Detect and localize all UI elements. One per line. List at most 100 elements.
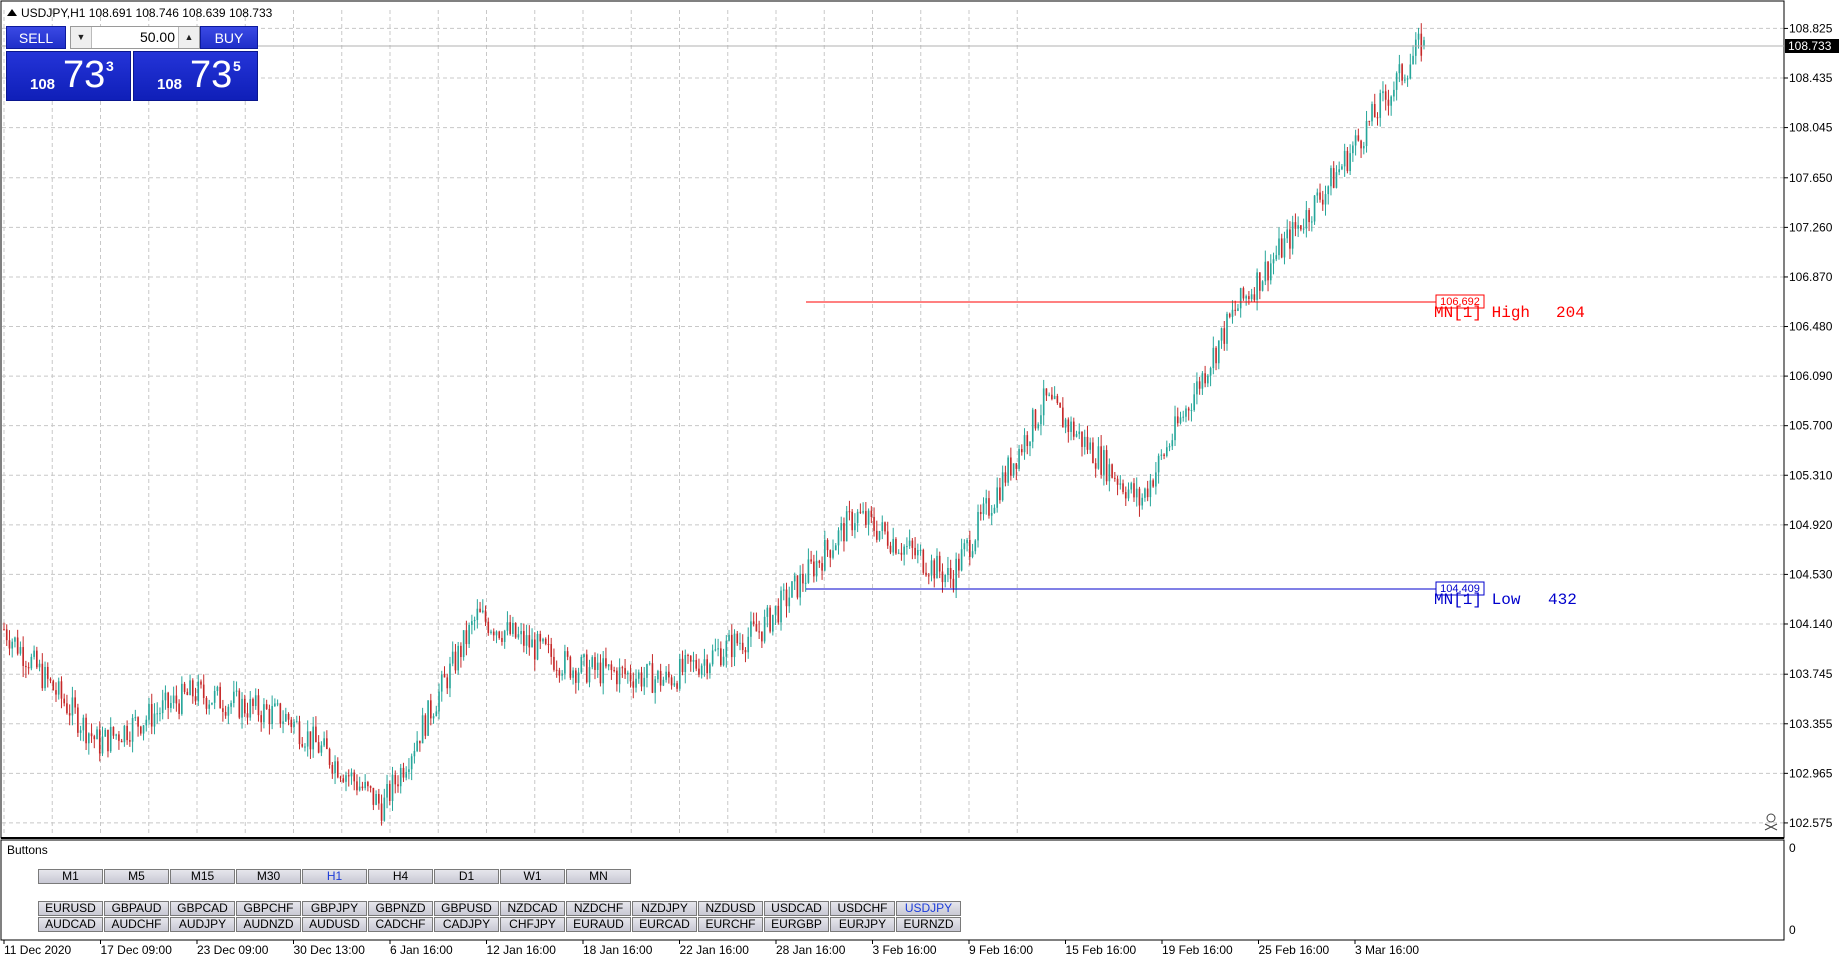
symbol-button-usdjpy[interactable]: USDJPY bbox=[896, 901, 961, 916]
candle-body bbox=[440, 674, 443, 692]
symbol-button-chfjpy[interactable]: CHFJPY bbox=[500, 917, 565, 932]
symbol-button-nzdjpy[interactable]: NZDJPY bbox=[632, 901, 697, 916]
candle-body bbox=[761, 631, 763, 642]
candle-body bbox=[618, 667, 621, 685]
candle-body bbox=[46, 666, 49, 679]
timeframe-button-w1[interactable]: W1 bbox=[500, 869, 565, 884]
candle-body bbox=[33, 650, 35, 657]
buy-button[interactable]: BUY bbox=[200, 26, 258, 49]
buy-price-box[interactable]: 108 73 5 bbox=[133, 51, 258, 101]
symbol-button-usdchf[interactable]: USDCHF bbox=[830, 901, 895, 916]
symbol-button-euraud[interactable]: EURAUD bbox=[566, 917, 631, 932]
candle-body bbox=[77, 707, 79, 733]
volume-increase-icon[interactable]: ▲ bbox=[178, 27, 199, 48]
timeframe-button-h1[interactable]: H1 bbox=[302, 869, 367, 884]
candle-body bbox=[1040, 415, 1042, 425]
symbol-button-audcad[interactable]: AUDCAD bbox=[38, 917, 103, 932]
candle-body bbox=[1092, 442, 1094, 464]
symbol-button-usdcad[interactable]: USDCAD bbox=[764, 901, 829, 916]
symbol-button-nzdcad[interactable]: NZDCAD bbox=[500, 901, 565, 916]
candle-body bbox=[807, 559, 810, 583]
symbol-button-audjpy[interactable]: AUDJPY bbox=[170, 917, 235, 932]
symbol-button-gbpaud[interactable]: GBPAUD bbox=[104, 901, 169, 916]
candle-body bbox=[1245, 296, 1247, 299]
timeframe-button-d1[interactable]: D1 bbox=[434, 869, 499, 884]
time-label: 11 Dec 2020 bbox=[4, 943, 71, 957]
candle-body bbox=[350, 772, 353, 777]
candle-body bbox=[145, 719, 148, 726]
candle-body bbox=[1335, 172, 1338, 188]
symbol-button-cadjpy[interactable]: CADJPY bbox=[434, 917, 499, 932]
timeframe-button-mn[interactable]: MN bbox=[566, 869, 631, 884]
skull-icon[interactable] bbox=[1764, 813, 1778, 831]
candle-body bbox=[430, 700, 432, 719]
symbol-button-eurusd[interactable]: EURUSD bbox=[38, 901, 103, 916]
candle-body bbox=[878, 531, 881, 540]
candle-body bbox=[782, 589, 785, 591]
candle-body bbox=[832, 550, 834, 558]
time-axis[interactable]: 11 Dec 2020 17 Dec 09:00 23 Dec 09:00 30 De… bbox=[3, 940, 1419, 957]
candle-body bbox=[1357, 135, 1360, 141]
candle-body bbox=[170, 703, 172, 708]
candle-body bbox=[640, 672, 643, 687]
symbol-button-eurchf[interactable]: EURCHF bbox=[698, 917, 763, 932]
candle-body bbox=[19, 647, 22, 654]
symbol-button-eurgbp[interactable]: EURGBP bbox=[764, 917, 829, 932]
candle-body bbox=[101, 736, 104, 754]
candle-body bbox=[331, 764, 334, 774]
symbol-button-gbpnzd[interactable]: GBPNZD bbox=[368, 901, 433, 916]
symbol-button-audchf[interactable]: AUDCHF bbox=[104, 917, 169, 932]
timeframe-button-m1[interactable]: M1 bbox=[38, 869, 103, 884]
candle-body bbox=[974, 540, 977, 552]
candle-body bbox=[659, 670, 662, 686]
symbol-button-eurjpy[interactable]: EURJPY bbox=[830, 917, 895, 932]
sell-button[interactable]: SELL bbox=[6, 26, 66, 49]
symbol-button-gbpusd[interactable]: GBPUSD bbox=[434, 901, 499, 916]
candle-body bbox=[692, 660, 695, 662]
candle-body bbox=[646, 664, 648, 678]
volume-stepper[interactable]: ▼ 50.00 ▲ bbox=[70, 26, 200, 49]
symbol-button-eurcad[interactable]: EURCAD bbox=[632, 917, 697, 932]
candle-body bbox=[57, 681, 60, 695]
price-label: 105.310 bbox=[1789, 468, 1833, 482]
candle-body bbox=[1023, 435, 1026, 453]
time-label: 17 Dec 09:00 bbox=[101, 943, 173, 957]
candle-body bbox=[498, 631, 501, 638]
candle-body bbox=[949, 567, 952, 579]
symbol-button-gbpjpy[interactable]: GBPJPY bbox=[302, 901, 367, 916]
candle-body bbox=[1193, 394, 1195, 411]
symbol-button-gbpchf[interactable]: GBPCHF bbox=[236, 901, 301, 916]
timeframe-button-m5[interactable]: M5 bbox=[104, 869, 169, 884]
candle-body bbox=[293, 721, 295, 727]
timeframe-button-h4[interactable]: H4 bbox=[368, 869, 433, 884]
timeframe-button-m30[interactable]: M30 bbox=[236, 869, 301, 884]
symbol-button-nzdchf[interactable]: NZDCHF bbox=[566, 901, 631, 916]
candle-body bbox=[1343, 150, 1346, 167]
chart-collapse-icon[interactable] bbox=[7, 9, 17, 16]
symbol-button-audusd[interactable]: AUDUSD bbox=[302, 917, 367, 932]
timeframe-button-m15[interactable]: M15 bbox=[170, 869, 235, 884]
candle-body bbox=[1242, 288, 1245, 299]
candle-body bbox=[189, 680, 191, 696]
candle-body bbox=[780, 590, 782, 623]
candle-body bbox=[484, 610, 487, 622]
price-chart[interactable]: 106.692 MN[1] High 204 104.409 MN[1] Low… bbox=[0, 0, 1840, 960]
symbol-button-eurnzd[interactable]: EURNZD bbox=[896, 917, 961, 932]
candle-body bbox=[1185, 408, 1187, 417]
candle-body bbox=[1217, 340, 1220, 364]
candle-body bbox=[369, 786, 372, 788]
candle-body bbox=[523, 631, 525, 646]
symbol-button-nzdusd[interactable]: NZDUSD bbox=[698, 901, 763, 916]
sell-price-box[interactable]: 108 73 3 bbox=[6, 51, 131, 101]
time-label: 3 Feb 16:00 bbox=[873, 943, 937, 957]
candle-body bbox=[555, 669, 558, 671]
volume-decrease-icon[interactable]: ▼ bbox=[71, 27, 92, 48]
volume-input[interactable]: 50.00 bbox=[93, 27, 175, 48]
candle-body bbox=[1300, 225, 1302, 230]
symbol-button-cadchf[interactable]: CADCHF bbox=[368, 917, 433, 932]
price-axis[interactable]: 108.825 108.435 108.045 107.650 107.260 106.8… bbox=[1784, 21, 1833, 830]
symbol-button-gbpcad[interactable]: GBPCAD bbox=[170, 901, 235, 916]
symbol-button-audnzd[interactable]: AUDNZD bbox=[236, 917, 301, 932]
candle-body bbox=[1354, 135, 1357, 146]
candle-body bbox=[1404, 79, 1406, 81]
